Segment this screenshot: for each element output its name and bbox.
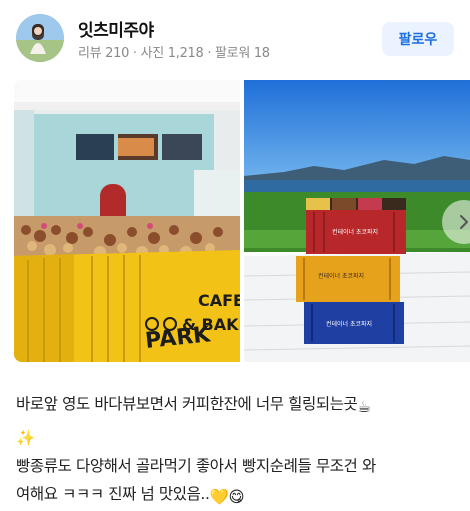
review-line-1: 바로앞 영도 바다뷰보면서 커피한잔에 너무 힐링되는곳☕ xyxy=(16,390,456,421)
review-count: 리뷰 210 xyxy=(78,46,130,61)
user-avatar-photo-icon xyxy=(16,14,64,62)
review-line-4: 여해요 ㅋㅋㅋ 진짜 넘 맛있음..💛😋 xyxy=(16,480,456,511)
coffee-emoji-icon: ☕ xyxy=(357,398,371,416)
photo-gallery[interactable]: PARK CAFE & BAKE xyxy=(14,80,470,362)
review-text: 바로앞 영도 바다뷰보면서 커피한잔에 너무 힐링되는곳☕ ✨ 빵종류도 다양해… xyxy=(16,390,456,511)
chevron-right-icon xyxy=(460,215,468,229)
follow-button[interactable]: 팔로우 xyxy=(382,22,454,56)
photo2-box-label-yellow: 컨테이너 초코파지 xyxy=(318,272,364,280)
photo2-box-label-red: 컨테이너 초코파지 xyxy=(332,228,378,236)
user-stats: 리뷰 210 · 사진 1,218 · 팔로워 18 xyxy=(78,42,270,61)
user-avatar[interactable] xyxy=(16,14,64,62)
review-line-2: ✨ xyxy=(16,421,456,452)
user-name[interactable]: 잇츠미주야 xyxy=(78,16,154,41)
separator: · xyxy=(207,46,212,61)
review-line-3: 빵종류도 다양해서 골라먹기 좋아서 빵지순례들 무조건 와 xyxy=(16,457,376,475)
follower-count: 팔로워 18 xyxy=(215,46,270,61)
separator: · xyxy=(132,46,137,61)
review-header: 잇츠미주야 리뷰 210 · 사진 1,218 · 팔로워 18 팔로우 xyxy=(16,14,456,64)
photo1-sign-line3: & BAKE xyxy=(182,315,240,334)
yum-face-emoji-icon: 😋 xyxy=(228,488,245,506)
photo-bakery-interior[interactable]: PARK CAFE & BAKE xyxy=(14,80,240,362)
photo2-box-label-blue: 컨테이너 초코파지 xyxy=(326,320,372,328)
photo-container-boxes[interactable]: 컨테이너 초코파지 컨테이너 초코파지 컨테이너 초코파지 xyxy=(244,80,470,362)
sparkles-emoji-icon: ✨ xyxy=(16,429,35,447)
photo-count: 사진 1,218 xyxy=(140,46,204,61)
photo1-sign-line2: CAFE xyxy=(198,291,240,310)
yellow-heart-emoji-icon: 💛 xyxy=(209,488,229,506)
